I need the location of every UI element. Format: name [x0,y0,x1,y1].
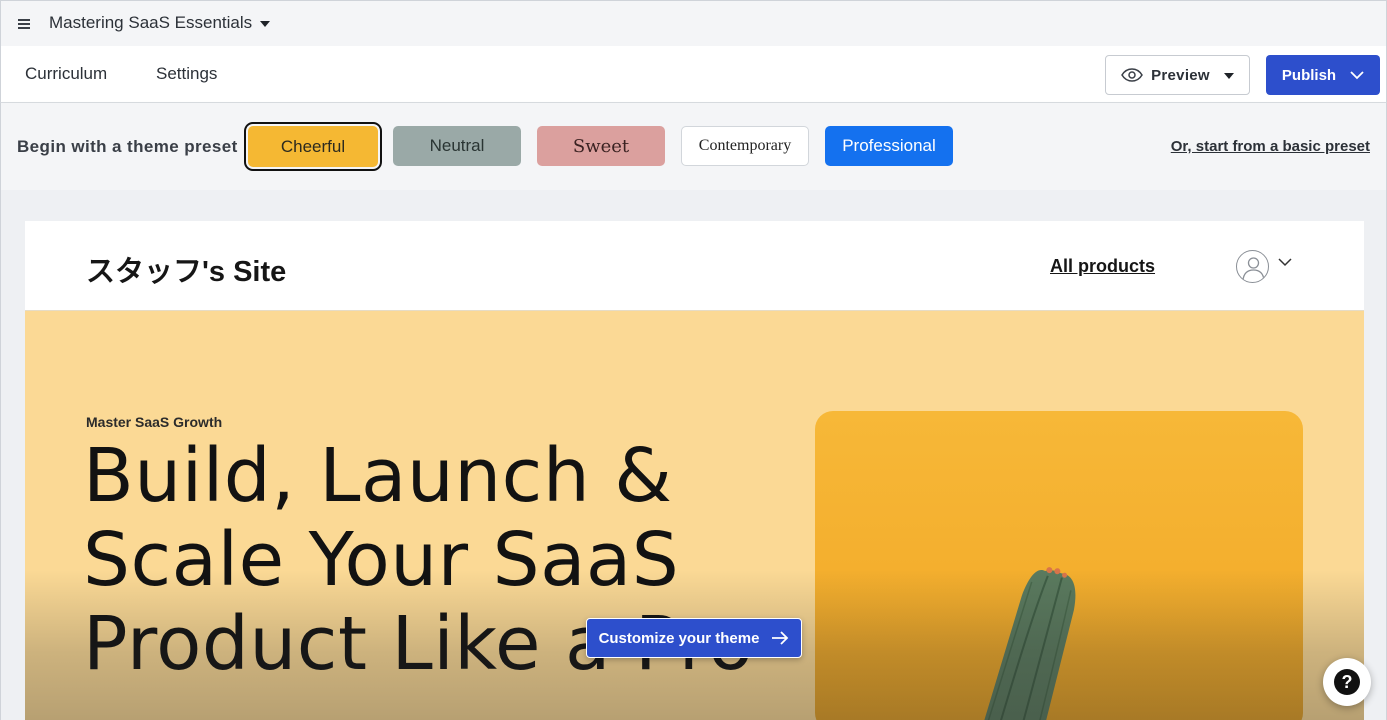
customize-theme-button[interactable]: Customize your theme [586,618,802,658]
arrow-right-icon [772,631,789,645]
eye-icon [1121,68,1143,82]
preview-label: Preview [1151,66,1210,84]
site-header: スタッフ's Site All products [25,221,1364,311]
nav-bar: Curriculum Settings Preview Publish [0,46,1387,103]
customize-label: Customize your theme [598,629,760,647]
tab-curriculum[interactable]: Curriculum [25,64,107,84]
tab-settings[interactable]: Settings [156,64,217,84]
preset-label: Begin with a theme preset [17,137,238,156]
caret-down-icon [1223,73,1234,79]
user-avatar-icon[interactable] [1236,250,1269,283]
top-bar: Mastering SaaS Essentials [0,0,1387,46]
caret-down-icon [260,21,271,27]
theme-preset-bar: Begin with a theme preset Cheerful Neutr… [0,103,1387,190]
chevron-down-icon [1350,70,1364,79]
help-button[interactable]: ? [1323,658,1371,706]
hamburger-icon[interactable] [16,16,34,32]
question-mark-icon: ? [1334,669,1360,695]
basic-preset-link[interactable]: Or, start from a basic preset [1171,138,1370,155]
preset-sweet[interactable]: Sweet [537,126,665,166]
preset-contemporary[interactable]: Contemporary [681,126,809,166]
chevron-down-icon[interactable] [1278,258,1292,267]
preset-professional[interactable]: Professional [825,126,953,166]
all-products-link[interactable]: All products [1050,256,1155,277]
publish-label: Publish [1281,66,1337,84]
hero-image [815,411,1303,720]
preset-neutral[interactable]: Neutral [393,126,521,166]
preview-button[interactable]: Preview [1105,55,1250,95]
site-name: スタッフ's Site [86,256,287,288]
cactus-image [984,567,1076,720]
hero-eyebrow: Master SaaS Growth [86,414,223,430]
publish-button[interactable]: Publish [1266,55,1380,95]
course-title-dropdown[interactable]: Mastering SaaS Essentials [49,13,271,33]
preset-cheerful[interactable]: Cheerful [244,122,382,171]
course-title: Mastering SaaS Essentials [49,13,253,32]
